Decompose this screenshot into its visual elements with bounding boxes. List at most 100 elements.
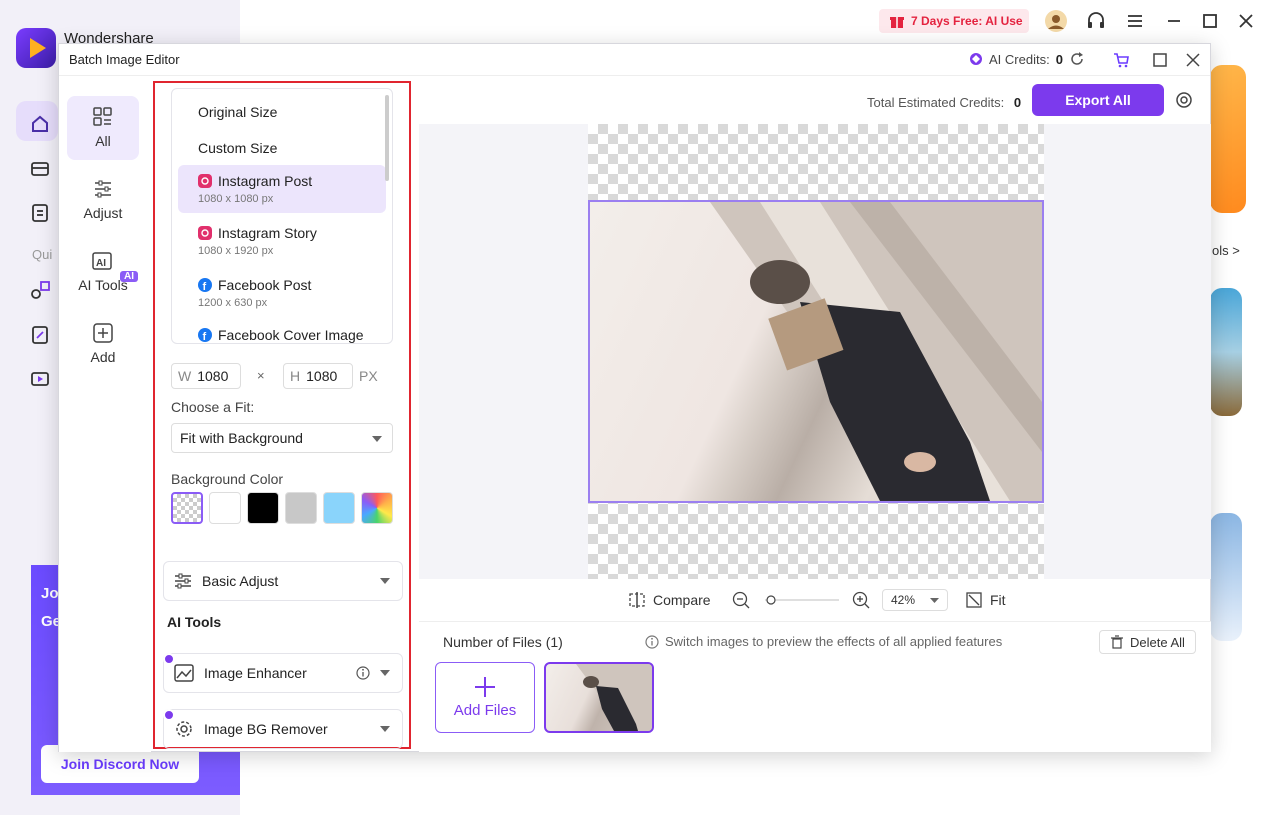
swatch-light-blue[interactable] <box>323 492 355 524</box>
export-all-button[interactable]: Export All <box>1032 84 1164 116</box>
close-icon[interactable] <box>1235 10 1257 32</box>
facebook-icon: f <box>198 278 212 292</box>
bg-remover-accordion[interactable]: Image BG Remover <box>163 709 403 749</box>
size-preset-list[interactable]: Original Size Custom Size Instagram Post… <box>171 88 393 344</box>
height-field[interactable]: H 1080 <box>283 363 353 389</box>
image-enhancer-accordion[interactable]: Image Enhancer <box>163 653 403 693</box>
files-bar: Number of Files (1) Switch images to pre… <box>419 621 1211 752</box>
total-estimated-credits: Total Estimated Credits: 0 <box>867 95 1021 110</box>
nav-all[interactable]: All <box>67 96 139 160</box>
info-icon[interactable] <box>356 666 370 680</box>
svg-text:f: f <box>203 331 207 342</box>
info-icon <box>645 634 659 649</box>
delete-all-button[interactable]: Delete All <box>1099 630 1196 654</box>
compare-icon <box>629 592 645 608</box>
landscape-thumb[interactable] <box>1210 288 1242 416</box>
svg-text:AI: AI <box>96 258 106 269</box>
swatch-gradient[interactable] <box>361 492 393 524</box>
preset-facebook-post[interactable]: f Facebook Post 1200 x 630 px <box>178 269 386 317</box>
refresh-icon[interactable] <box>1069 51 1085 67</box>
chevron-down-icon <box>380 578 390 584</box>
screen-icon[interactable] <box>28 368 52 392</box>
trial-badge[interactable]: 7 Days Free: AI Use <box>879 9 1029 33</box>
facebook-icon: f <box>198 328 212 342</box>
hint-label: Switch images to preview the effects of … <box>665 634 1003 649</box>
dialog-maximize-icon[interactable] <box>1152 52 1168 68</box>
minimize-icon[interactable] <box>1163 10 1185 32</box>
add-files-button[interactable]: Add Files <box>435 662 535 733</box>
zoom-slider[interactable] <box>765 582 839 618</box>
preset-size: 1200 x 630 px <box>198 297 268 309</box>
preset-label: Facebook Cover Image <box>218 327 364 343</box>
toolbox-icon[interactable] <box>28 156 52 180</box>
home-icon[interactable] <box>28 112 52 136</box>
zoom-select[interactable]: 42% <box>882 589 948 611</box>
preset-facebook-cover[interactable]: f Facebook Cover Image <box>178 321 386 343</box>
svg-text:f: f <box>203 281 207 292</box>
app-logo <box>16 28 56 68</box>
avatar[interactable] <box>1045 10 1067 32</box>
gift-icon <box>889 13 905 29</box>
total-credits-label: Total Estimated Credits: <box>867 95 1005 110</box>
compare-button[interactable]: Compare <box>629 582 711 618</box>
bg-remover-label: Image BG Remover <box>204 721 328 737</box>
more-tools-link[interactable]: ols > <box>1212 243 1240 258</box>
total-credits-value: 0 <box>1013 95 1022 110</box>
preview-image[interactable] <box>588 200 1044 503</box>
menu-icon[interactable] <box>1124 10 1146 32</box>
fit-select[interactable]: Fit with Background <box>171 423 393 453</box>
chevron-down-icon <box>372 436 382 442</box>
swatch-transparent[interactable] <box>171 492 203 524</box>
zoom-in-icon[interactable] <box>852 582 870 618</box>
grid-icon <box>93 107 113 127</box>
fit-button[interactable]: Fit <box>966 582 1006 618</box>
preset-instagram-post[interactable]: Instagram Post 1080 x 1080 px <box>178 165 386 213</box>
swatch-white[interactable] <box>209 492 241 524</box>
preset-label: Original Size <box>198 104 278 120</box>
swatch-gray[interactable] <box>285 492 317 524</box>
edit-icon[interactable] <box>28 323 52 347</box>
credits-icon <box>969 52 983 66</box>
times-sign: × <box>257 368 265 383</box>
preset-instagram-story[interactable]: Instagram Story 1080 x 1920 px <box>178 217 386 265</box>
enhance-icon <box>174 663 194 683</box>
headset-icon[interactable] <box>1085 10 1107 32</box>
maximize-icon[interactable] <box>1199 10 1221 32</box>
plus-icon <box>474 676 496 698</box>
preset-scrollbar[interactable] <box>385 95 389 181</box>
preset-custom-size[interactable]: Custom Size <box>178 135 386 161</box>
dialog-close-icon[interactable] <box>1185 52 1201 68</box>
width-field[interactable]: W 1080 <box>171 363 241 389</box>
settings-gear-icon[interactable] <box>1175 91 1193 109</box>
file-thumbnail[interactable] <box>544 662 654 733</box>
basic-adjust-label: Basic Adjust <box>202 573 279 589</box>
nav-add-label: Add <box>90 349 116 365</box>
document-icon[interactable] <box>28 201 52 225</box>
basic-adjust-accordion[interactable]: Basic Adjust <box>163 561 403 601</box>
hint-text: Switch images to preview the effects of … <box>645 634 1002 649</box>
preset-size: 1080 x 1080 px <box>198 193 274 205</box>
feature-card[interactable] <box>1210 65 1246 213</box>
delete-all-label: Delete All <box>1130 634 1185 650</box>
nav-adjust[interactable]: Adjust <box>67 168 139 232</box>
settings-panel: Original Size Custom Size Instagram Post… <box>153 81 411 749</box>
quick-label: Qui <box>32 247 53 262</box>
fit-value: Fit with Background <box>180 430 303 446</box>
shapes-icon[interactable] <box>28 278 52 302</box>
preset-label: Instagram Story <box>218 225 317 241</box>
preset-label: Facebook Post <box>218 277 312 293</box>
ai-credits-label: AI Credits: <box>989 51 1050 67</box>
ai-dot-badge <box>163 709 175 721</box>
cart-icon[interactable] <box>1113 52 1129 68</box>
preset-label: Instagram Post <box>218 173 313 189</box>
zoom-out-icon[interactable] <box>732 582 750 618</box>
swatch-black[interactable] <box>247 492 279 524</box>
snow-thumb[interactable] <box>1210 513 1242 641</box>
width-value: 1080 <box>197 368 229 384</box>
file-count: Number of Files (1) <box>443 634 563 650</box>
preset-original-size[interactable]: Original Size <box>178 99 386 125</box>
nav-add[interactable]: Add <box>67 312 139 376</box>
title-divider <box>59 75 1210 76</box>
zoom-value: 42% <box>891 593 916 607</box>
ai-badge: AI <box>120 271 138 282</box>
